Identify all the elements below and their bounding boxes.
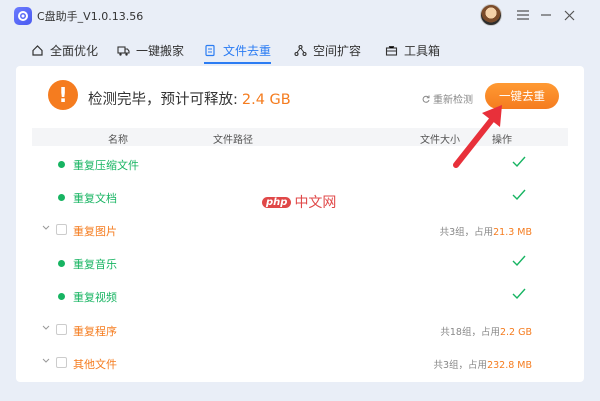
row-summary: 共18组，占用2.2 GB bbox=[440, 324, 532, 338]
tab-space-expand[interactable]: 空间扩容 bbox=[294, 36, 361, 64]
tab-file-dedupe[interactable]: 文件去重 bbox=[204, 36, 272, 64]
summary-prefix: 共3组，占用 bbox=[433, 360, 488, 371]
table-row[interactable]: 重复图片 共3组，占用21.3 MB bbox=[32, 214, 568, 247]
tab-label: 空间扩容 bbox=[313, 43, 362, 58]
row-summary: 共3组，占用21.3 MB bbox=[440, 224, 532, 238]
table-row[interactable]: 重复视频 bbox=[32, 280, 568, 313]
row-label: 重复音乐 bbox=[73, 258, 117, 271]
status-dot bbox=[58, 161, 65, 168]
tab-toolbox[interactable]: 工具箱 bbox=[385, 36, 440, 64]
home-icon bbox=[32, 44, 43, 56]
chevron-down-icon[interactable] bbox=[42, 324, 52, 334]
status-dot bbox=[58, 260, 65, 267]
chevron-down-icon[interactable] bbox=[42, 357, 52, 367]
watermark-text: 中文网 bbox=[294, 195, 337, 211]
status-dot bbox=[58, 293, 65, 300]
summary-prefix: 共18组，占用 bbox=[440, 327, 500, 338]
file-dedupe-icon bbox=[205, 44, 215, 56]
row-label: 重复视频 bbox=[73, 291, 117, 304]
header-name: 名称 bbox=[108, 135, 128, 146]
menu-icon[interactable] bbox=[513, 6, 533, 24]
app-title: C盘助手_V1.0.13.56 bbox=[37, 10, 144, 23]
scan-result-headline: 检测完毕，预计可释放: 2.4 GB bbox=[88, 88, 291, 109]
row-label: 其他文件 bbox=[73, 358, 117, 371]
check-icon bbox=[512, 189, 526, 201]
summary-amount: 232.8 MB bbox=[487, 360, 532, 371]
row-checkbox[interactable] bbox=[56, 324, 67, 335]
tab-full-optimize[interactable]: 全面优化 bbox=[31, 36, 98, 64]
table-row[interactable]: 其他文件 共3组，占用232.8 MB bbox=[32, 347, 568, 380]
minimize-icon[interactable] bbox=[536, 6, 556, 24]
summary-amount: 21.3 MB bbox=[493, 227, 532, 238]
releasable-size: 2.4 GB bbox=[241, 92, 291, 108]
table-row[interactable]: 重复音乐 bbox=[32, 247, 568, 280]
chevron-down-icon[interactable] bbox=[42, 224, 52, 234]
toolbox-icon bbox=[385, 45, 398, 56]
warning-icon: ! bbox=[48, 80, 78, 110]
row-checkbox[interactable] bbox=[56, 224, 67, 235]
tab-label: 一键搬家 bbox=[136, 43, 185, 58]
row-checkbox[interactable] bbox=[56, 357, 67, 368]
tab-label: 工具箱 bbox=[404, 43, 441, 58]
close-icon[interactable] bbox=[559, 6, 579, 24]
table-row[interactable]: 重复程序 共18组，占用2.2 GB bbox=[32, 314, 568, 347]
summary-prefix: 共3组，占用 bbox=[439, 227, 494, 238]
tab-one-click-move[interactable]: 一键搬家 bbox=[117, 36, 184, 64]
header-path: 文件路径 bbox=[213, 135, 253, 146]
watermark: php 中文网 bbox=[262, 192, 336, 212]
main-tabs: 全面优化 一键搬家 文件去重 空间扩容 工具箱 bbox=[0, 32, 600, 64]
app-logo-icon bbox=[14, 7, 32, 25]
expand-icon bbox=[294, 44, 307, 56]
check-icon bbox=[512, 255, 526, 267]
refresh-icon bbox=[422, 95, 430, 103]
scan-result-text: 检测完毕，预计可释放: bbox=[88, 92, 238, 108]
row-label: 重复程序 bbox=[73, 325, 117, 338]
watermark-badge: php bbox=[262, 196, 292, 208]
check-icon bbox=[512, 156, 526, 168]
row-summary: 共3组，占用232.8 MB bbox=[434, 357, 532, 371]
tab-label: 文件去重 bbox=[223, 43, 272, 58]
row-label: 重复图片 bbox=[73, 225, 117, 238]
truck-icon bbox=[117, 45, 130, 56]
row-label: 重复文档 bbox=[73, 192, 117, 205]
annotation-arrow-icon bbox=[453, 105, 502, 168]
summary-amount: 2.2 GB bbox=[499, 327, 532, 338]
title-bar: C盘助手_V1.0.13.56 bbox=[0, 0, 600, 32]
status-dot bbox=[58, 194, 65, 201]
user-avatar[interactable] bbox=[480, 4, 502, 26]
check-icon bbox=[512, 288, 526, 300]
tab-label: 全面优化 bbox=[50, 43, 99, 58]
row-label: 重复压缩文件 bbox=[73, 159, 139, 172]
